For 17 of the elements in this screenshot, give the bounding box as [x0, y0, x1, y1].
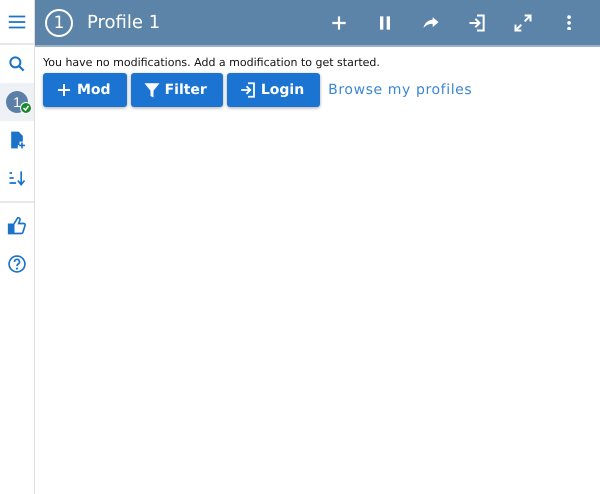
login-button[interactable]: Login — [226, 73, 320, 107]
login-icon — [467, 12, 487, 32]
filter-icon — [142, 81, 161, 99]
plus-icon — [55, 81, 73, 99]
login-icon — [238, 81, 257, 99]
browse-profiles-link[interactable]: Browse my profiles — [328, 82, 472, 98]
search-icon — [7, 54, 27, 74]
help-icon — [7, 254, 27, 274]
filter-button[interactable]: Filter — [130, 73, 223, 107]
add-button[interactable]: Mod — [43, 73, 127, 107]
empty-message: You have no modifications. Add a modification to get started. — [43, 56, 381, 69]
more-icon — [566, 14, 572, 30]
profile-title: Profile 1 — [87, 12, 162, 33]
thumbs-up-icon — [7, 216, 27, 236]
profile-badge: 1 — [45, 8, 73, 36]
sidebar-item[interactable]: 1 — [0, 83, 34, 121]
expand-icon — [513, 12, 533, 32]
